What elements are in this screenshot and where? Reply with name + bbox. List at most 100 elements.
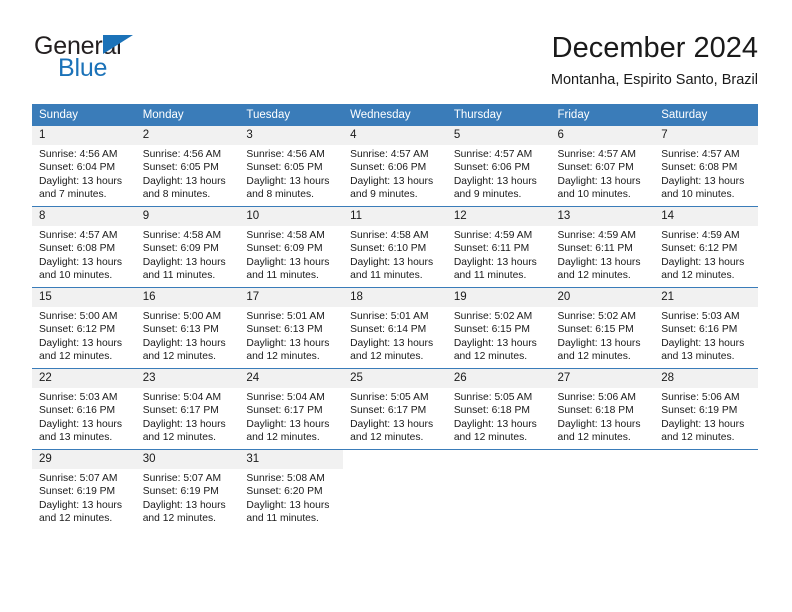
sunset-time: Sunset: 6:05 PM	[142, 162, 219, 174]
weekday-header-wednesday: Wednesday	[343, 104, 447, 126]
day-details: Sunrise: 5:00 AM Sunset: 6:12 PM Daylight:…	[32, 307, 136, 364]
calendar-table: Sunday Monday Tuesday Wednesday Thursday…	[32, 104, 758, 530]
daylight-duration-line2: and 12 minutes.	[557, 432, 631, 444]
logo-triangle-icon	[103, 35, 133, 54]
calendar-day-cell[interactable]: 20 Sunrise: 5:02 AM Sunset: 6:15 PM Dayligh…	[550, 287, 655, 369]
calendar-day-cell[interactable]: 18 Sunrise: 5:01 AM Sunset: 6:14 PM Dayligh…	[343, 287, 447, 369]
daylight-duration-line2: and 11 minutes.	[142, 270, 216, 282]
calendar-day-cell[interactable]: 23 Sunrise: 5:04 AM Sunset: 6:17 PM Dayligh…	[135, 368, 240, 450]
calendar-day-cell[interactable]: 28 Sunrise: 5:06 AM Sunset: 6:19 PM Dayligh…	[654, 368, 758, 450]
day-number: 12	[446, 207, 551, 226]
calendar-day-cell[interactable]: 2 Sunrise: 4:56 AM Sunset: 6:05 PM Daylight…	[135, 126, 240, 207]
calendar-day-cell[interactable]: 5 Sunrise: 4:57 AM Sunset: 6:06 PM Daylight…	[446, 126, 551, 207]
calendar-day-cell[interactable]: 15 Sunrise: 5:00 AM Sunset: 6:12 PM Dayligh…	[32, 287, 136, 369]
calendar-day-cell[interactable]: 30 Sunrise: 5:07 AM Sunset: 6:19 PM Dayligh…	[135, 449, 240, 530]
daylight-duration-line2: and 12 minutes.	[661, 270, 735, 282]
calendar-day-cell[interactable]: 11 Sunrise: 4:58 AM Sunset: 6:10 PM Dayligh…	[343, 206, 447, 288]
day-details: Sunrise: 4:57 AM Sunset: 6:06 PM Daylight:…	[343, 145, 447, 202]
day-number: 15	[32, 288, 136, 307]
weekday-header-sunday: Sunday	[32, 104, 136, 126]
title-block: December 2024 Montanha, Espirito Santo, …	[551, 30, 758, 91]
sunrise-time: Sunrise: 5:02 AM	[453, 311, 533, 322]
sunrise-time: Sunrise: 5:02 AM	[557, 311, 636, 322]
calendar-day-cell[interactable]: 14 Sunrise: 4:59 AM Sunset: 6:12 PM Dayligh…	[654, 206, 758, 288]
calendar-day-cell-empty	[654, 449, 758, 530]
daylight-duration-line2: and 12 minutes.	[453, 432, 528, 444]
calendar-day-cell[interactable]: 24 Sunrise: 5:04 AM Sunset: 6:17 PM Dayligh…	[239, 368, 344, 450]
calendar-day-cell[interactable]: 16 Sunrise: 5:00 AM Sunset: 6:13 PM Dayligh…	[135, 287, 240, 369]
daylight-duration-line2: and 13 minutes.	[661, 351, 735, 363]
calendar-day-cell[interactable]: 4 Sunrise: 4:57 AM Sunset: 6:06 PM Daylight…	[343, 126, 447, 207]
day-details: Sunrise: 5:03 AM Sunset: 6:16 PM Daylight:…	[654, 307, 758, 364]
sunset-time: Sunset: 6:17 PM	[350, 405, 427, 417]
day-number: 26	[446, 369, 551, 388]
calendar-week-row: 22 Sunrise: 5:03 AM Sunset: 6:16 PM Dayligh…	[32, 368, 758, 450]
calendar-day-cell[interactable]: 22 Sunrise: 5:03 AM Sunset: 6:16 PM Dayligh…	[32, 368, 136, 450]
daylight-duration-line2: and 9 minutes.	[453, 189, 522, 201]
calendar-day-cell[interactable]: 1 Sunrise: 4:56 AM Sunset: 6:04 PM Daylight…	[32, 126, 136, 207]
daylight-duration-line1: Daylight: 13 hours	[557, 175, 641, 187]
calendar-day-cell[interactable]: 3 Sunrise: 4:56 AM Sunset: 6:05 PM Daylight…	[239, 126, 344, 207]
sunrise-time: Sunrise: 4:57 AM	[661, 149, 740, 160]
calendar-day-cell[interactable]: 26 Sunrise: 5:05 AM Sunset: 6:18 PM Dayligh…	[446, 368, 551, 450]
day-number: 24	[239, 369, 344, 388]
day-details: Sunrise: 5:07 AM Sunset: 6:19 PM Daylight:…	[136, 469, 240, 526]
sunset-time: Sunset: 6:09 PM	[246, 243, 323, 255]
daylight-duration-line2: and 12 minutes.	[142, 432, 216, 444]
daylight-duration-line2: and 12 minutes.	[246, 432, 320, 444]
sunset-time: Sunset: 6:08 PM	[661, 162, 738, 174]
day-number: 29	[32, 450, 136, 469]
daylight-duration-line1: Daylight: 13 hours	[661, 337, 745, 349]
day-details: Sunrise: 5:04 AM Sunset: 6:17 PM Daylight:…	[136, 388, 240, 445]
daylight-duration-line2: and 12 minutes.	[142, 513, 216, 525]
weekday-header-thursday: Thursday	[446, 104, 551, 126]
calendar-day-cell[interactable]: 25 Sunrise: 5:05 AM Sunset: 6:17 PM Dayligh…	[343, 368, 447, 450]
calendar-day-cell-empty	[343, 449, 447, 530]
calendar-day-cell[interactable]: 17 Sunrise: 5:01 AM Sunset: 6:13 PM Dayligh…	[239, 287, 344, 369]
daylight-duration-line1: Daylight: 13 hours	[453, 256, 537, 268]
sunrise-time: Sunrise: 5:06 AM	[557, 392, 636, 403]
calendar-header-row: Sunday Monday Tuesday Wednesday Thursday…	[32, 104, 758, 126]
day-number: 27	[550, 369, 655, 388]
day-number: 21	[654, 288, 758, 307]
sunrise-time: Sunrise: 5:08 AM	[246, 473, 325, 484]
day-details: Sunrise: 5:05 AM Sunset: 6:18 PM Daylight:…	[447, 388, 551, 445]
daylight-duration-line1: Daylight: 13 hours	[39, 337, 122, 349]
calendar-day-cell[interactable]: 29 Sunrise: 5:07 AM Sunset: 6:19 PM Dayligh…	[32, 449, 136, 530]
sunset-time: Sunset: 6:18 PM	[453, 405, 530, 417]
calendar-day-cell[interactable]: 6 Sunrise: 4:57 AM Sunset: 6:07 PM Daylight…	[550, 126, 655, 207]
sunrise-time: Sunrise: 5:00 AM	[142, 311, 222, 322]
daylight-duration-line1: Daylight: 13 hours	[39, 499, 122, 511]
daylight-duration-line1: Daylight: 13 hours	[39, 256, 122, 268]
weekday-header-friday: Friday	[550, 104, 655, 126]
sunset-time: Sunset: 6:15 PM	[453, 324, 530, 336]
sunrise-time: Sunrise: 4:56 AM	[142, 149, 222, 160]
calendar-day-cell-empty	[550, 449, 655, 530]
daylight-duration-line2: and 10 minutes.	[557, 189, 631, 201]
calendar-day-cell[interactable]: 31 Sunrise: 5:08 AM Sunset: 6:20 PM Dayligh…	[239, 449, 344, 530]
calendar-day-cell[interactable]: 19 Sunrise: 5:02 AM Sunset: 6:15 PM Dayligh…	[446, 287, 551, 369]
day-number	[550, 450, 655, 469]
sunrise-time: Sunrise: 4:59 AM	[557, 230, 636, 241]
daylight-duration-line1: Daylight: 13 hours	[246, 418, 330, 430]
calendar-day-cell[interactable]: 7 Sunrise: 4:57 AM Sunset: 6:08 PM Daylight…	[654, 126, 758, 207]
sunrise-time: Sunrise: 5:01 AM	[246, 311, 325, 322]
calendar-day-cell[interactable]: 8 Sunrise: 4:57 AM Sunset: 6:08 PM Daylight…	[32, 206, 136, 288]
sunrise-time: Sunrise: 4:56 AM	[39, 149, 118, 160]
sunset-time: Sunset: 6:13 PM	[142, 324, 219, 336]
sunset-time: Sunset: 6:14 PM	[350, 324, 427, 336]
calendar-day-cell[interactable]: 9 Sunrise: 4:58 AM Sunset: 6:09 PM Daylight…	[135, 206, 240, 288]
sunrise-time: Sunrise: 4:57 AM	[39, 230, 118, 241]
calendar-day-cell[interactable]: 21 Sunrise: 5:03 AM Sunset: 6:16 PM Dayligh…	[654, 287, 758, 369]
calendar-day-cell[interactable]: 12 Sunrise: 4:59 AM Sunset: 6:11 PM Dayligh…	[446, 206, 551, 288]
sunrise-time: Sunrise: 5:06 AM	[661, 392, 740, 403]
calendar-day-cell[interactable]: 27 Sunrise: 5:06 AM Sunset: 6:18 PM Dayligh…	[550, 368, 655, 450]
sunrise-time: Sunrise: 5:05 AM	[453, 392, 533, 403]
day-details: Sunrise: 4:56 AM Sunset: 6:04 PM Daylight:…	[32, 145, 136, 202]
calendar-day-cell[interactable]: 10 Sunrise: 4:58 AM Sunset: 6:09 PM Dayligh…	[239, 206, 344, 288]
sunset-time: Sunset: 6:16 PM	[661, 324, 738, 336]
day-details: Sunrise: 4:58 AM Sunset: 6:09 PM Daylight:…	[239, 226, 343, 283]
day-details: Sunrise: 5:07 AM Sunset: 6:19 PM Daylight:…	[32, 469, 136, 526]
day-details: Sunrise: 4:57 AM Sunset: 6:08 PM Daylight:…	[32, 226, 136, 283]
calendar-day-cell[interactable]: 13 Sunrise: 4:59 AM Sunset: 6:11 PM Dayligh…	[550, 206, 655, 288]
